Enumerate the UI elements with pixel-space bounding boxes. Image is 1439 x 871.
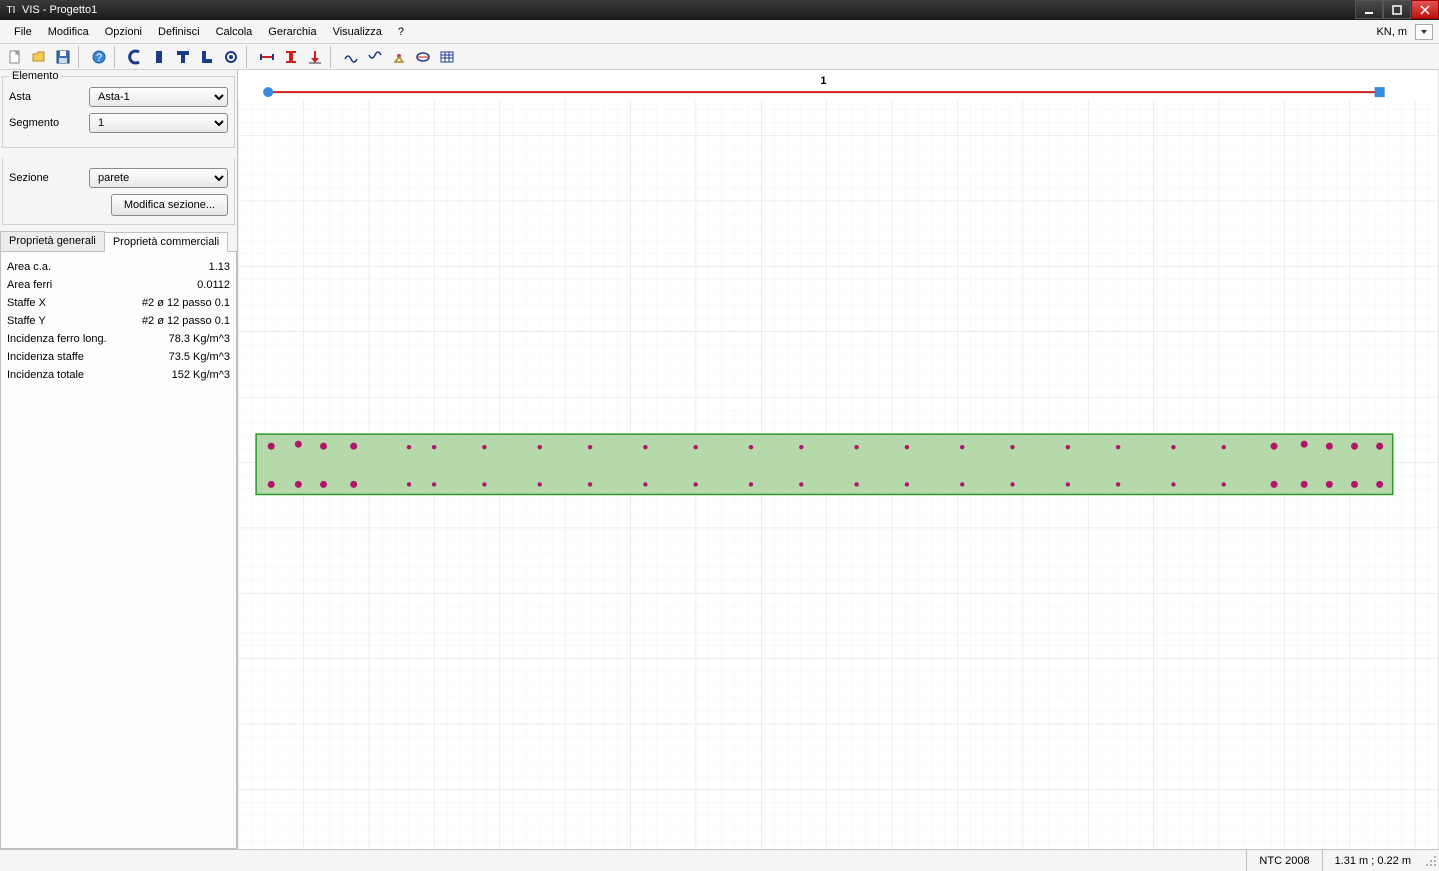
prop-label: Area c.a.: [7, 261, 51, 273]
segmento-label: Segmento: [9, 117, 89, 129]
prop-value: 73.5 Kg/m^3: [169, 351, 230, 363]
prop-row: Area ferri 0.0112: [7, 276, 230, 294]
prop-row: Staffe X #2 ø 12 passo 0.1: [7, 294, 230, 312]
menu-calcola[interactable]: Calcola: [208, 23, 261, 41]
status-coords: 1.31 m ; 0.22 m: [1322, 850, 1423, 871]
app-icon: TI: [4, 3, 18, 17]
tab-proprieta-commerciali[interactable]: Proprietà commerciali: [104, 232, 228, 252]
menubar: File Modifica Opzioni Definisci Calcola …: [0, 20, 1439, 44]
svg-text:?: ?: [96, 52, 102, 64]
tab-content: Area c.a. 1.13 Area ferri 0.0112 Staffe X #…: [0, 252, 237, 849]
support-icon[interactable]: [388, 46, 410, 68]
prop-value: 78.3 Kg/m^3: [169, 333, 230, 345]
section-l-icon[interactable]: [196, 46, 218, 68]
diagram-icon[interactable]: [412, 46, 434, 68]
window-title: VIS - Progetto1: [22, 4, 97, 16]
section-rect-icon[interactable]: [148, 46, 170, 68]
window-controls: [1355, 0, 1439, 19]
prop-row: Incidenza ferro long. 78.3 Kg/m^3: [7, 330, 230, 348]
beam-node-start[interactable]: [263, 87, 273, 97]
canvas-area[interactable]: 1: [238, 70, 1439, 849]
prop-value: 1.13: [209, 261, 230, 273]
prop-value: 152 Kg/m^3: [172, 369, 230, 381]
prop-label: Incidenza staffe: [7, 351, 84, 363]
units-dropdown[interactable]: [1415, 24, 1433, 40]
elemento-group: Elemento Asta Asta-1 Segmento 1: [2, 76, 235, 148]
save-icon[interactable]: [52, 46, 74, 68]
elemento-legend: Elemento: [9, 70, 61, 82]
help-icon[interactable]: ?: [88, 46, 110, 68]
tab-proprieta-generali[interactable]: Proprietà generali: [0, 231, 105, 251]
prop-value: 0.0112: [197, 279, 230, 291]
prop-row: Staffe Y #2 ø 12 passo 0.1: [7, 312, 230, 330]
prop-label: Staffe X: [7, 297, 46, 309]
prop-label: Incidenza totale: [7, 369, 84, 381]
close-button[interactable]: [1411, 0, 1439, 19]
resize-grip-icon[interactable]: [1423, 853, 1439, 869]
section-canvas[interactable]: 1: [238, 70, 1438, 849]
menu-modifica[interactable]: Modifica: [40, 23, 97, 41]
load-down-icon[interactable]: [304, 46, 326, 68]
prop-row: Incidenza totale 152 Kg/m^3: [7, 366, 230, 384]
section-t-icon[interactable]: [172, 46, 194, 68]
section-gear-icon[interactable]: [220, 46, 242, 68]
table-icon[interactable]: [436, 46, 458, 68]
sezione-group: Sezione parete Modifica sezione...: [2, 158, 235, 225]
beam-span-icon[interactable]: [256, 46, 278, 68]
open-icon[interactable]: [28, 46, 50, 68]
prop-label: Staffe Y: [7, 315, 46, 327]
menu-definisci[interactable]: Definisci: [150, 23, 208, 41]
prop-value: #2 ø 12 passo 0.1: [132, 297, 230, 309]
segmento-select[interactable]: 1: [89, 113, 228, 133]
units-label: KN, m: [1370, 26, 1413, 38]
statusbar: NTC 2008 1.31 m ; 0.22 m: [0, 849, 1439, 871]
status-code: NTC 2008: [1246, 850, 1321, 871]
menu-opzioni[interactable]: Opzioni: [97, 23, 150, 41]
toolbar: ?: [0, 44, 1439, 70]
menu-gerarchia[interactable]: Gerarchia: [260, 23, 324, 41]
menu-file[interactable]: File: [6, 23, 40, 41]
sezione-select[interactable]: parete: [89, 168, 228, 188]
asta-label: Asta: [9, 91, 89, 103]
sezione-label: Sezione: [9, 172, 89, 184]
moment-left-icon[interactable]: [340, 46, 362, 68]
prop-label: Area ferri: [7, 279, 52, 291]
maximize-button[interactable]: [1383, 0, 1411, 19]
prop-value: #2 ø 12 passo 0.1: [132, 315, 230, 327]
prop-label: Incidenza ferro long.: [7, 333, 107, 345]
main-area: Elemento Asta Asta-1 Segmento 1 Sezione …: [0, 70, 1439, 849]
left-panel: Elemento Asta Asta-1 Segmento 1 Sezione …: [0, 70, 238, 849]
moment-right-icon[interactable]: [364, 46, 386, 68]
modifica-sezione-button[interactable]: Modifica sezione...: [111, 194, 228, 216]
beam-label: 1: [820, 75, 826, 87]
new-icon[interactable]: [4, 46, 26, 68]
property-tabs: Proprietà generali Proprietà commerciali: [0, 231, 237, 252]
asta-select[interactable]: Asta-1: [89, 87, 228, 107]
prop-row: Incidenza staffe 73.5 Kg/m^3: [7, 348, 230, 366]
titlebar: TI VIS - Progetto1: [0, 0, 1439, 20]
minimize-button[interactable]: [1355, 0, 1383, 19]
section-c-icon[interactable]: [124, 46, 146, 68]
beam-i-icon[interactable]: [280, 46, 302, 68]
prop-row: Area c.a. 1.13: [7, 258, 230, 276]
menu-help[interactable]: ?: [390, 23, 412, 41]
menu-visualizza[interactable]: Visualizza: [325, 23, 390, 41]
beam-node-end[interactable]: [1375, 87, 1385, 97]
